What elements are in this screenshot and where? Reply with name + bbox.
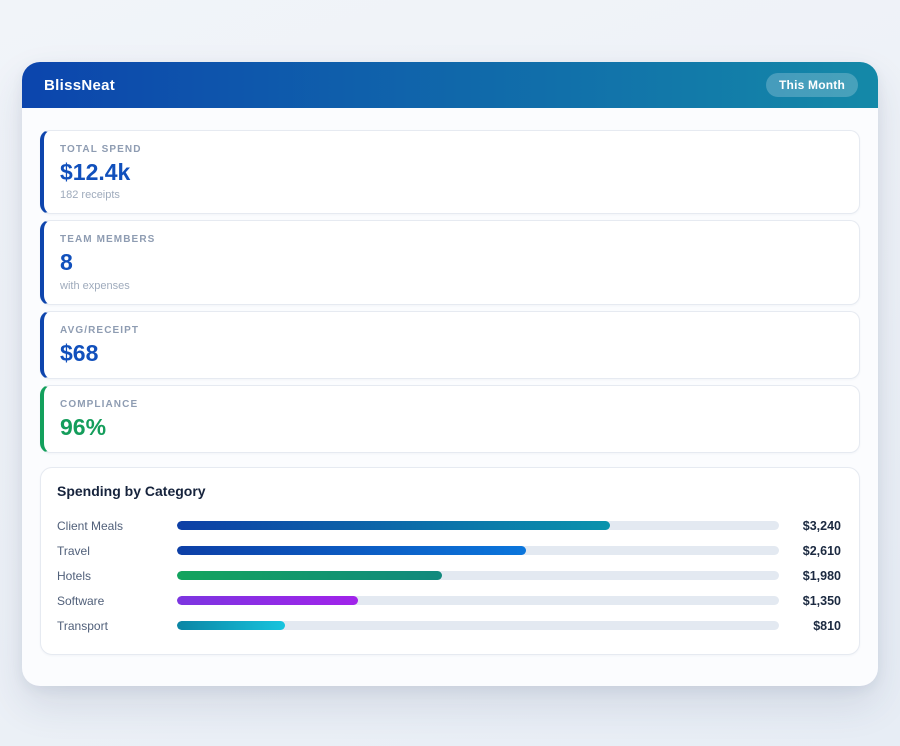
- chart-category-label: Travel: [57, 543, 90, 558]
- stat-label: TEAM MEMBERS: [60, 234, 156, 246]
- bar-fill: [177, 546, 527, 556]
- chart-value-label: $1,350: [802, 593, 841, 608]
- stat-label: AVG/RECEIPT: [60, 324, 140, 336]
- bar-fill: [177, 521, 611, 531]
- stat-card-total-spend: TOTAL SPEND $12.4k 182 receipts: [40, 130, 860, 215]
- period-badge[interactable]: This Month: [766, 73, 858, 97]
- stat-card-avg-receipt: AVG/RECEIPT $68: [40, 310, 860, 379]
- stat-card-team-members: TEAM MEMBERS 8 with expenses: [40, 220, 860, 305]
- stat-subtext: with expenses: [60, 279, 130, 292]
- chart-value-label: $3,240: [802, 518, 841, 533]
- bar-fill: [177, 621, 286, 631]
- spending-by-category-chart: Spending by Category Client Meals $3,240 T…: [40, 467, 860, 656]
- chart-value-label: $810: [813, 618, 841, 633]
- stat-label: COMPLIANCE: [60, 398, 139, 410]
- chart-row: Travel $2,610: [57, 538, 841, 563]
- bar-track: [177, 521, 779, 531]
- chart-row: Hotels $1,980: [57, 563, 841, 588]
- stat-value: $68: [60, 339, 99, 366]
- chart-category-label: Client Meals: [57, 518, 124, 533]
- chart-rows: Client Meals $3,240 Travel $2,610 Hotels $1,9…: [57, 513, 841, 638]
- panel-body: TOTAL SPEND $12.4k 182 receipts TEAM MEM…: [22, 108, 878, 673]
- chart-category-label: Software: [57, 593, 105, 608]
- bar-fill: [177, 596, 358, 606]
- bar-track: [177, 621, 779, 631]
- bar-track: [177, 596, 779, 606]
- stat-value: $12.4k: [60, 159, 131, 185]
- stat-card-compliance: COMPLIANCE 96%: [40, 384, 860, 454]
- app-header: BlissNeat This Month: [22, 62, 878, 108]
- dashboard-panel: BlissNeat This Month TOTAL SPEND $12.4k …: [22, 62, 878, 686]
- chart-category-label: Transport: [57, 618, 108, 633]
- app-title: BlissNeat: [44, 76, 116, 94]
- stat-value: 96%: [60, 413, 107, 440]
- chart-row: Client Meals $3,240: [57, 513, 841, 538]
- chart-category-label: Hotels: [57, 568, 92, 583]
- chart-value-label: $1,980: [802, 568, 841, 583]
- stat-label: TOTAL SPEND: [60, 144, 142, 155]
- stat-subtext: 182 receipts: [60, 189, 120, 202]
- chart-value-label: $2,610: [802, 543, 841, 558]
- bar-track: [177, 546, 779, 556]
- stat-value: 8: [60, 249, 73, 276]
- chart-row: Software $1,350: [57, 588, 841, 613]
- chart-row: Transport $810: [57, 613, 841, 638]
- bar-fill: [177, 571, 442, 581]
- chart-title: Spending by Category: [57, 483, 206, 500]
- bar-track: [177, 571, 779, 581]
